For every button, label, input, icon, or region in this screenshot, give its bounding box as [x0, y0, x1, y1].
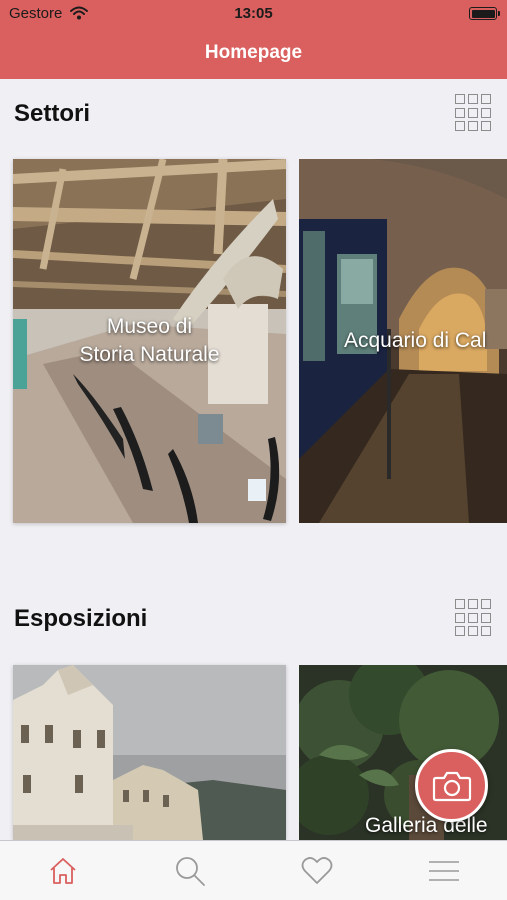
tab-bar — [0, 840, 507, 900]
battery-icon — [469, 7, 500, 20]
tab-menu[interactable] — [381, 841, 507, 900]
sector-card[interactable]: Acquario di Cal — [299, 159, 507, 523]
tab-home[interactable] — [0, 841, 126, 900]
section-title: Settori — [14, 100, 91, 127]
heart-icon — [301, 856, 333, 884]
card-title: Acquario di Cal — [344, 329, 487, 352]
carrier-label: Gestore — [9, 5, 63, 22]
wifi-icon — [70, 6, 88, 24]
status-bar: Gestore 13:05 — [0, 0, 507, 28]
grid-view-icon[interactable] — [455, 94, 493, 132]
section-title: Esposizioni — [14, 605, 148, 632]
section-header-esposizioni: Esposizioni — [0, 599, 507, 639]
nav-bar: Homepage — [0, 28, 507, 79]
grid-view-icon[interactable] — [455, 599, 493, 637]
card-title — [13, 665, 286, 840]
search-icon — [176, 856, 205, 886]
tab-search[interactable] — [127, 841, 253, 900]
card-title: Galleria delle — [365, 814, 488, 837]
sector-card[interactable]: Museo di Storia Naturale — [13, 159, 286, 523]
exhibition-card[interactable] — [13, 665, 286, 840]
page-title: Homepage — [204, 42, 303, 63]
menu-icon — [429, 860, 459, 881]
card-title: Museo di Storia Naturale — [79, 315, 220, 366]
exhibition-card[interactable]: Galleria delle — [299, 665, 507, 840]
section-header-settori: Settori — [0, 94, 507, 134]
camera-button[interactable] — [415, 749, 488, 822]
home-icon — [50, 857, 76, 884]
camera-icon — [432, 771, 471, 801]
tab-favorites[interactable] — [254, 841, 380, 900]
